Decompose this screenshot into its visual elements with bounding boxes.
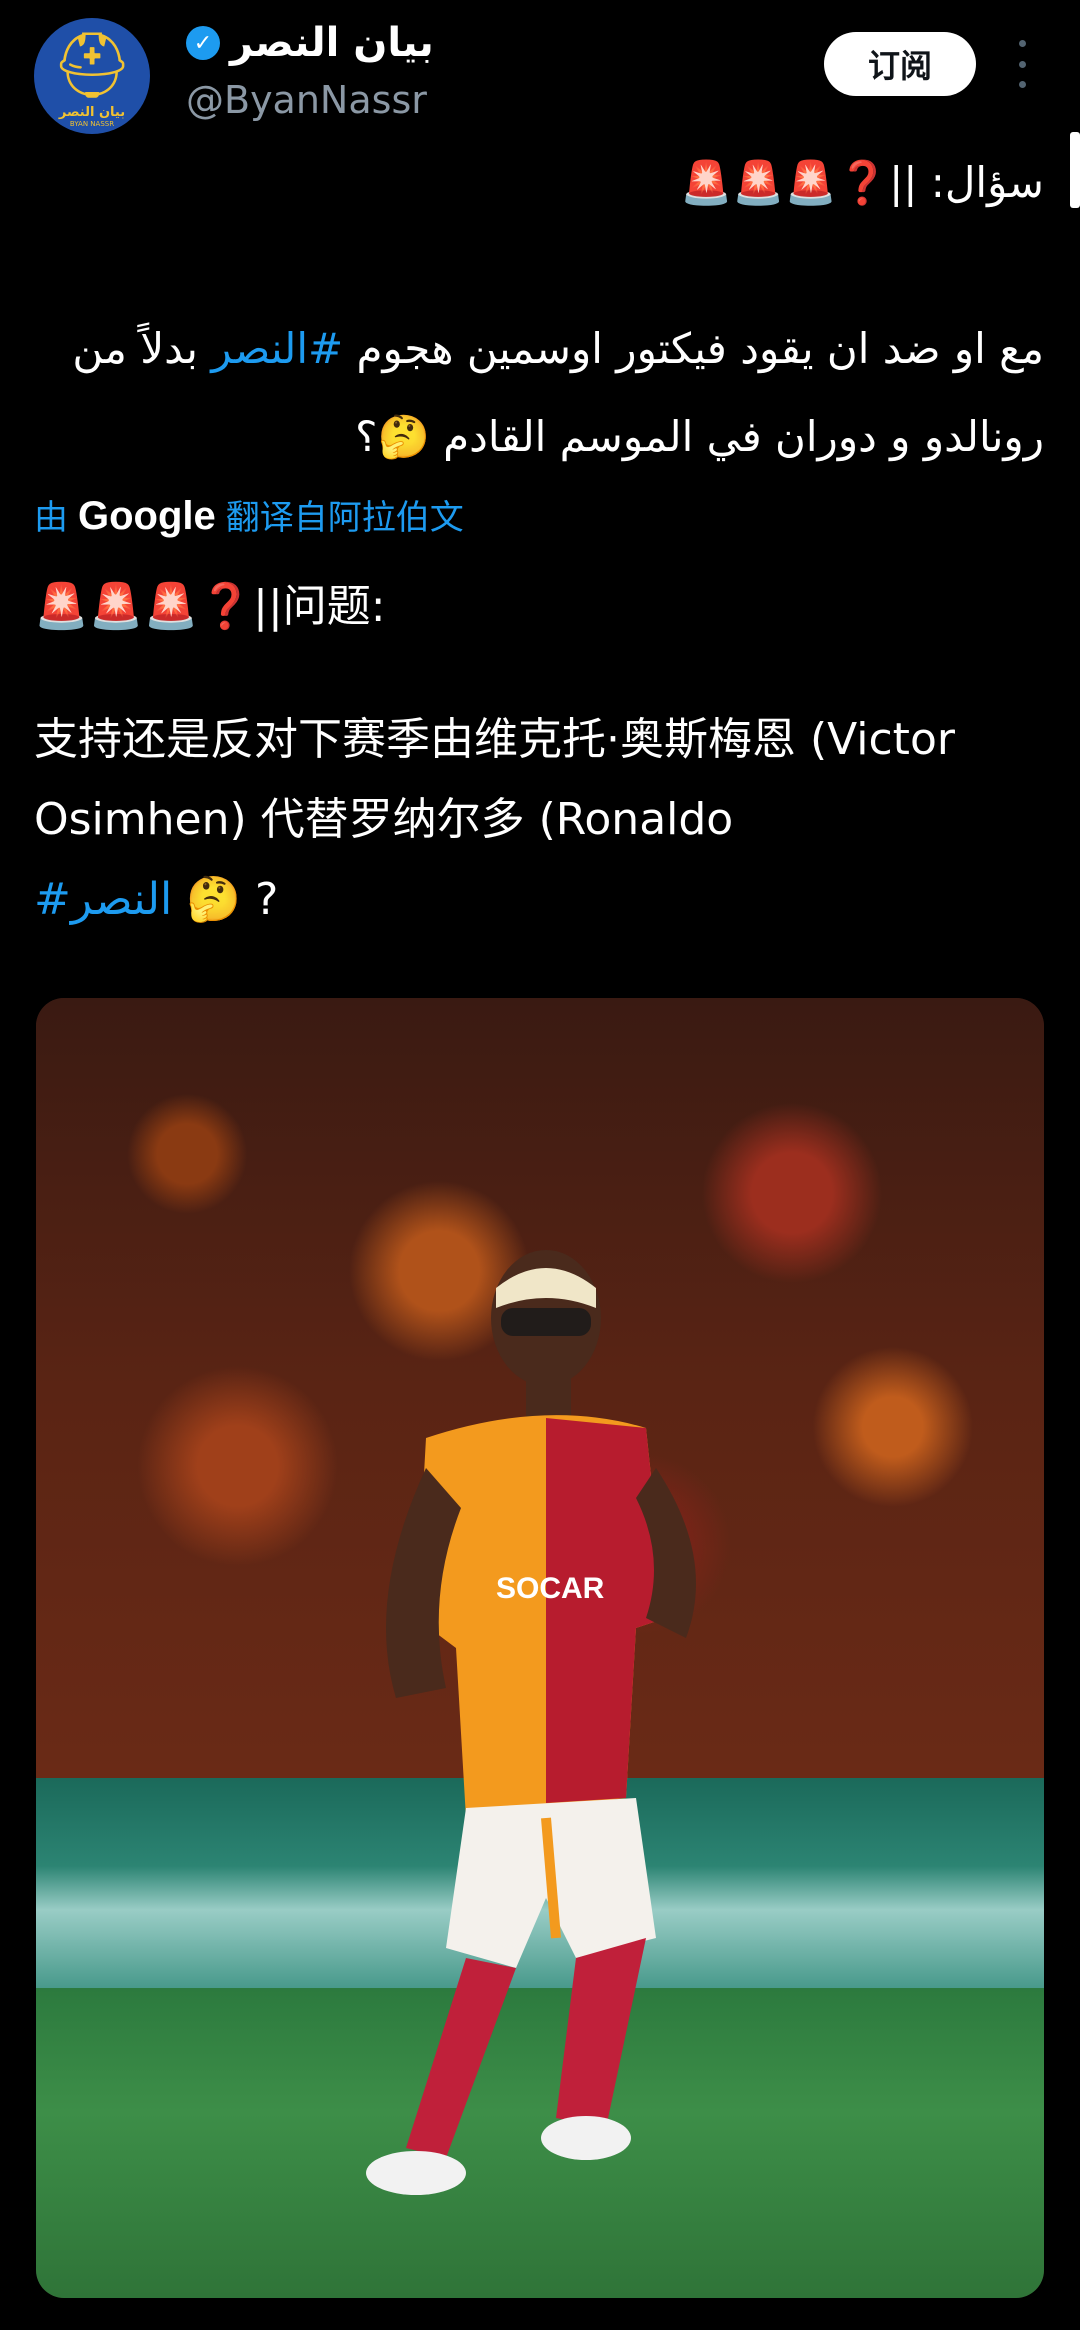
football-player-figure: SOCAR: [366, 1250, 696, 2195]
author-avatar[interactable]: ⛑ بيان النصر BYAN NASSR: [34, 18, 150, 134]
verified-badge-icon: ✓: [186, 26, 220, 60]
chinese-body: 支持还是反对下赛季由维克托·奥斯梅恩 (Victor Osimhen) 代替罗纳…: [34, 700, 1044, 940]
scrollbar[interactable]: [1070, 132, 1080, 208]
tweet-header: ⛑ بيان النصر BYAN NASSR ✓ بيان النصر @By…: [0, 0, 1080, 208]
translation-notice[interactable]: 由 Google 翻译自阿拉伯文: [34, 490, 464, 539]
arabic-heading: سؤال: ||❓🚨🚨🚨: [679, 158, 1044, 207]
chinese-heading: 🚨🚨🚨❓||问题:: [34, 581, 386, 632]
arabic-hashtag-link[interactable]: #النصر: [211, 324, 343, 373]
chinese-body-text: 支持还是反对下赛季由维克托·奥斯梅恩 (Victor Osimhen) 代替罗纳…: [34, 714, 955, 845]
author-handle[interactable]: @ByanNassr: [186, 78, 427, 122]
chinese-hashtag-link[interactable]: #النصر: [34, 874, 172, 925]
author-display-name[interactable]: بيان النصر: [230, 20, 434, 66]
avatar-label: بيان النصر: [58, 105, 126, 120]
author-name-row[interactable]: ✓ بيان النصر: [186, 20, 434, 66]
arabic-body-text: مع او ضد ان يقود فيكتور اوسمين هجوم: [343, 324, 1044, 373]
subscribe-button[interactable]: 订阅: [824, 32, 976, 96]
helmet-logo-icon: ⛑: [51, 29, 133, 103]
translation-prefix: 由: [34, 498, 68, 538]
jersey-sponsor-text: SOCAR: [496, 1572, 605, 1605]
translation-suffix: 翻译自阿拉伯文: [225, 498, 464, 538]
arabic-body: مع او ضد ان يقود فيكتور اوسمين هجوم #الن…: [24, 305, 1044, 481]
more-options-icon[interactable]: [1008, 40, 1036, 88]
avatar-sublabel: BYAN NASSR: [69, 120, 115, 128]
chinese-tail: 🤔 ?: [186, 874, 279, 925]
google-logo: Google: [78, 494, 216, 538]
post-photo[interactable]: SOCAR: [36, 998, 1044, 2298]
